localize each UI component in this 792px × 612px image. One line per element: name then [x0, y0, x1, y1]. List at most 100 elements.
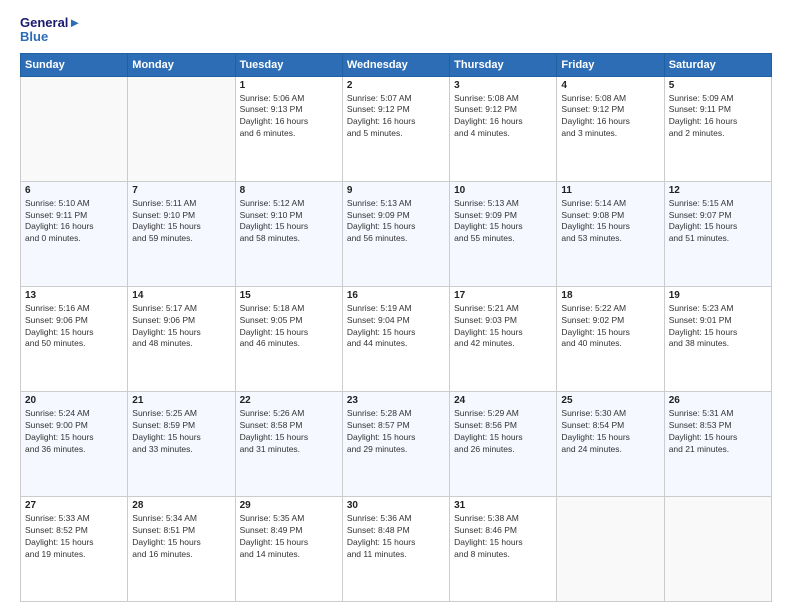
day-detail: Sunrise: 5:34 AM Sunset: 8:51 PM Dayligh… — [132, 513, 230, 561]
day-detail: Sunrise: 5:35 AM Sunset: 8:49 PM Dayligh… — [240, 513, 338, 561]
day-number: 20 — [25, 395, 123, 406]
day-detail: Sunrise: 5:24 AM Sunset: 9:00 PM Dayligh… — [25, 408, 123, 456]
calendar-cell: 3Sunrise: 5:08 AM Sunset: 9:12 PM Daylig… — [450, 76, 557, 181]
day-number: 1 — [240, 80, 338, 91]
page: General► Blue SundayMondayTuesdayWednesd… — [0, 0, 792, 612]
calendar-header-row: SundayMondayTuesdayWednesdayThursdayFrid… — [21, 53, 772, 76]
day-number: 8 — [240, 185, 338, 196]
calendar-cell: 23Sunrise: 5:28 AM Sunset: 8:57 PM Dayli… — [342, 391, 449, 496]
day-number: 19 — [669, 290, 767, 301]
day-number: 5 — [669, 80, 767, 91]
day-detail: Sunrise: 5:06 AM Sunset: 9:13 PM Dayligh… — [240, 93, 338, 141]
calendar-cell: 2 Sunrise: 5:07 AM Sunset: 9:12 PM Daylig… — [342, 76, 449, 181]
day-number: 6 — [25, 185, 123, 196]
day-detail: Sunrise: 5:17 AM Sunset: 9:06 PM Dayligh… — [132, 303, 230, 351]
calendar-week-row: 6Sunrise: 5:10 AM Sunset: 9:11 PM Daylig… — [21, 181, 772, 286]
day-number: 2 — [347, 80, 445, 91]
calendar-cell: 11 Sunrise: 5:14 AM Sunset: 9:08 PM Dayli… — [557, 181, 664, 286]
calendar-cell: 29 Sunrise: 5:35 AM Sunset: 8:49 PM Dayli… — [235, 496, 342, 601]
calendar-cell: 5Sunrise: 5:09 AM Sunset: 9:11 PM Daylig… — [664, 76, 771, 181]
calendar-cell: 9Sunrise: 5:13 AM Sunset: 9:09 PM Daylig… — [342, 181, 449, 286]
day-number: 22 — [240, 395, 338, 406]
day-detail: Sunrise: 5:25 AM Sunset: 8:59 PM Dayligh… — [132, 408, 230, 456]
day-number: 30 — [347, 500, 445, 511]
day-number: 13 — [25, 290, 123, 301]
day-detail: Sunrise: 5:13 AM Sunset: 9:09 PM Dayligh… — [347, 198, 445, 246]
day-number: 27 — [25, 500, 123, 511]
day-number: 25 — [561, 395, 659, 406]
calendar-cell: 19 Sunrise: 5:23 AM Sunset: 9:01 PM Dayli… — [664, 286, 771, 391]
day-detail: Sunrise: 5:26 AM Sunset: 8:58 PM Dayligh… — [240, 408, 338, 456]
calendar-cell: 21 Sunrise: 5:25 AM Sunset: 8:59 PM Dayli… — [128, 391, 235, 496]
day-number: 3 — [454, 80, 552, 91]
day-number: 28 — [132, 500, 230, 511]
day-detail: Sunrise: 5:23 AM Sunset: 9:01 PM Dayligh… — [669, 303, 767, 351]
col-header-sunday: Sunday — [21, 53, 128, 76]
day-number: 16 — [347, 290, 445, 301]
day-detail: Sunrise: 5:29 AM Sunset: 8:56 PM Dayligh… — [454, 408, 552, 456]
day-number: 26 — [669, 395, 767, 406]
day-number: 14 — [132, 290, 230, 301]
calendar-cell: 15Sunrise: 5:18 AM Sunset: 9:05 PM Dayli… — [235, 286, 342, 391]
day-detail: Sunrise: 5:18 AM Sunset: 9:05 PM Dayligh… — [240, 303, 338, 351]
day-number: 29 — [240, 500, 338, 511]
col-header-tuesday: Tuesday — [235, 53, 342, 76]
day-detail: Sunrise: 5:30 AM Sunset: 8:54 PM Dayligh… — [561, 408, 659, 456]
day-detail: Sunrise: 5:36 AM Sunset: 8:48 PM Dayligh… — [347, 513, 445, 561]
col-header-saturday: Saturday — [664, 53, 771, 76]
calendar-cell — [664, 496, 771, 601]
logo-general: General► — [20, 16, 81, 30]
header: General► Blue — [20, 16, 772, 45]
calendar-cell: 30 Sunrise: 5:36 AM Sunset: 8:48 PM Dayli… — [342, 496, 449, 601]
calendar-cell — [557, 496, 664, 601]
day-number: 21 — [132, 395, 230, 406]
day-detail: Sunrise: 5:16 AM Sunset: 9:06 PM Dayligh… — [25, 303, 123, 351]
day-detail: Sunrise: 5:07 AM Sunset: 9:12 PM Dayligh… — [347, 93, 445, 141]
calendar-week-row: 27 Sunrise: 5:33 AM Sunset: 8:52 PM Dayli… — [21, 496, 772, 601]
day-detail: Sunrise: 5:08 AM Sunset: 9:12 PM Dayligh… — [561, 93, 659, 141]
day-detail: Sunrise: 5:31 AM Sunset: 8:53 PM Dayligh… — [669, 408, 767, 456]
day-detail: Sunrise: 5:11 AM Sunset: 9:10 PM Dayligh… — [132, 198, 230, 246]
calendar-cell: 27 Sunrise: 5:33 AM Sunset: 8:52 PM Dayli… — [21, 496, 128, 601]
day-number: 24 — [454, 395, 552, 406]
col-header-friday: Friday — [557, 53, 664, 76]
day-number: 4 — [561, 80, 659, 91]
day-detail: Sunrise: 5:13 AM Sunset: 9:09 PM Dayligh… — [454, 198, 552, 246]
logo: General► Blue — [20, 16, 81, 45]
calendar-cell: 24 Sunrise: 5:29 AM Sunset: 8:56 PM Dayli… — [450, 391, 557, 496]
calendar-cell: 14 Sunrise: 5:17 AM Sunset: 9:06 PM Dayli… — [128, 286, 235, 391]
day-detail: Sunrise: 5:38 AM Sunset: 8:46 PM Dayligh… — [454, 513, 552, 561]
calendar-cell: 20 Sunrise: 5:24 AM Sunset: 9:00 PM Dayli… — [21, 391, 128, 496]
calendar-table: SundayMondayTuesdayWednesdayThursdayFrid… — [20, 53, 772, 602]
day-number: 10 — [454, 185, 552, 196]
col-header-thursday: Thursday — [450, 53, 557, 76]
day-detail: Sunrise: 5:14 AM Sunset: 9:08 PM Dayligh… — [561, 198, 659, 246]
calendar-week-row: 13 Sunrise: 5:16 AM Sunset: 9:06 PM Dayli… — [21, 286, 772, 391]
calendar-cell: 31 Sunrise: 5:38 AM Sunset: 8:46 PM Dayli… — [450, 496, 557, 601]
day-detail: Sunrise: 5:33 AM Sunset: 8:52 PM Dayligh… — [25, 513, 123, 561]
day-number: 31 — [454, 500, 552, 511]
day-detail: Sunrise: 5:22 AM Sunset: 9:02 PM Dayligh… — [561, 303, 659, 351]
col-header-wednesday: Wednesday — [342, 53, 449, 76]
col-header-monday: Monday — [128, 53, 235, 76]
day-detail: Sunrise: 5:21 AM Sunset: 9:03 PM Dayligh… — [454, 303, 552, 351]
calendar-cell: 13 Sunrise: 5:16 AM Sunset: 9:06 PM Dayli… — [21, 286, 128, 391]
calendar-cell — [21, 76, 128, 181]
calendar-cell: 12 Sunrise: 5:15 AM Sunset: 9:07 PM Dayli… — [664, 181, 771, 286]
day-detail: Sunrise: 5:12 AM Sunset: 9:10 PM Dayligh… — [240, 198, 338, 246]
calendar-week-row: 1 Sunrise: 5:06 AM Sunset: 9:13 PM Daylig… — [21, 76, 772, 181]
day-number: 11 — [561, 185, 659, 196]
calendar-cell: 25 Sunrise: 5:30 AM Sunset: 8:54 PM Dayli… — [557, 391, 664, 496]
day-number: 12 — [669, 185, 767, 196]
calendar-week-row: 20 Sunrise: 5:24 AM Sunset: 9:00 PM Dayli… — [21, 391, 772, 496]
day-detail: Sunrise: 5:19 AM Sunset: 9:04 PM Dayligh… — [347, 303, 445, 351]
day-detail: Sunrise: 5:15 AM Sunset: 9:07 PM Dayligh… — [669, 198, 767, 246]
calendar-cell: 6Sunrise: 5:10 AM Sunset: 9:11 PM Daylig… — [21, 181, 128, 286]
calendar-cell: 8 Sunrise: 5:12 AM Sunset: 9:10 PM Daylig… — [235, 181, 342, 286]
day-number: 7 — [132, 185, 230, 196]
calendar-cell: 10 Sunrise: 5:13 AM Sunset: 9:09 PM Dayli… — [450, 181, 557, 286]
day-number: 18 — [561, 290, 659, 301]
calendar-cell: 28 Sunrise: 5:34 AM Sunset: 8:51 PM Dayli… — [128, 496, 235, 601]
calendar-cell: 17Sunrise: 5:21 AM Sunset: 9:03 PM Dayli… — [450, 286, 557, 391]
calendar-cell: 18 Sunrise: 5:22 AM Sunset: 9:02 PM Dayli… — [557, 286, 664, 391]
